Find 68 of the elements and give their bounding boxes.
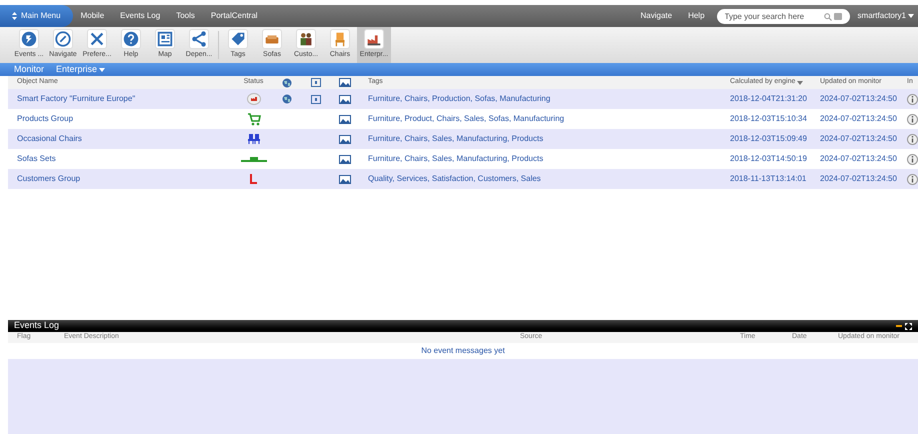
chairs-icon (246, 133, 260, 145)
table-cell-text: Sofas Sets (16, 153, 57, 165)
globe-icon (282, 94, 292, 104)
line-chart-icon (248, 173, 258, 185)
table-cell-text: 2024-07-02T13:24:50 (819, 173, 898, 185)
table-cell-text: 2018-12-03T14:50:19 (729, 153, 808, 165)
info-icon[interactable] (907, 154, 918, 164)
table-row[interactable]: Occasional Chairs Furniture, Chairs, Sales, Manufacturing, Products 2018-12-03T15:09:49 2024-07-02T13:24:50 (8, 129, 918, 149)
image-icon (339, 94, 351, 104)
table-row[interactable]: Smart Factory "Furniture Europe" Furniture, Chairs, Production, Sofas, Manufacturing 2018-12-04T21:31:20 2024-07-02T13:24:50 (8, 89, 918, 109)
table-cell-text: Products Group (16, 113, 74, 125)
menu-item[interactable]: Help (680, 10, 713, 22)
menu-item[interactable]: Events Log (112, 10, 168, 22)
table-cell-text: Furniture, Product, Chairs, Sales, Sofas, Manufacturing (367, 113, 566, 125)
user-menu[interactable]: smartfactory1 (850, 10, 918, 22)
minimize-icon[interactable] (896, 323, 902, 329)
globe-icon (282, 78, 292, 88)
menu-item[interactable]: Navigate (632, 10, 680, 22)
navigate-icon (54, 30, 72, 48)
panel-icon (311, 78, 321, 87)
image-icon (339, 134, 351, 144)
help-icon (122, 30, 140, 48)
events-icon (20, 30, 38, 48)
table-row[interactable]: Customers Group Quality, Services, Satisfaction, Customers, Sales 2018-11-13T13:14:01 2024-07-02T13:24:50 (8, 169, 918, 189)
info-icon[interactable] (907, 94, 918, 104)
image-icon (339, 114, 351, 124)
caret-icon (99, 68, 106, 72)
info-icon[interactable] (907, 134, 918, 144)
table-cell-text: 2018-11-13T13:14:01 (729, 173, 808, 185)
table-cell-text: Quality, Services, Satisfaction, Customers, Sales (367, 173, 542, 185)
menu-item[interactable]: Tools (168, 10, 203, 22)
image-icon (339, 78, 351, 87)
caret-icon (908, 14, 914, 18)
sofas-icon (240, 155, 266, 163)
sort-icon (12, 12, 17, 20)
maximize-icon[interactable] (905, 322, 912, 330)
table-cell-text: 2024-07-02T13:24:50 (819, 93, 898, 105)
share-icon (190, 30, 208, 48)
breadcrumb-title: Monitor (14, 62, 44, 76)
info-icon[interactable] (907, 114, 918, 124)
table-cell-text: 2018-12-04T21:31:20 (729, 93, 808, 105)
image-icon (339, 154, 351, 164)
table-cell-text: 2024-07-02T13:24:50 (819, 113, 898, 125)
table-cell-text: Customers Group (16, 173, 82, 185)
caret-icon (797, 80, 804, 84)
menu-item[interactable]: PortalCentral (202, 10, 266, 22)
table-cell-text: Furniture, Chairs, Sales, Manufacturing, Products (367, 153, 544, 165)
table-cell-text: Furniture, Chairs, Production, Sofas, Manufacturing (367, 93, 552, 105)
panel-icon (311, 94, 321, 104)
search-field[interactable]: Type your search here (716, 8, 850, 24)
table-cell-text: 2024-07-02T13:24:50 (819, 153, 898, 165)
table-cell-text: Furniture, Chairs, Sales, Manufacturing, Products (367, 133, 544, 145)
panel-title: Events Log (14, 319, 60, 332)
table-cell-text: 2018-12-03T15:10:34 (729, 113, 808, 125)
table-cell-text: Occasional Chairs (16, 133, 83, 145)
image-icon (339, 174, 351, 184)
table-cell-text: 2024-07-02T13:24:50 (819, 133, 898, 145)
table-cell-text: 2018-12-03T15:09:49 (729, 133, 808, 145)
enterprise-dropdown[interactable]: Enterprise (56, 62, 106, 76)
map-icon (156, 30, 174, 48)
factory-icon (246, 93, 260, 105)
empty-message: No event messages yet (421, 345, 505, 357)
menu-item[interactable]: Mobile (72, 10, 112, 22)
cart-icon (246, 112, 260, 126)
info-icon[interactable] (907, 174, 918, 184)
main-menu-button[interactable]: Main Menu (0, 5, 73, 27)
search-icon (824, 12, 832, 20)
table-cell-text: Smart Factory "Furniture Europe" (16, 93, 136, 105)
